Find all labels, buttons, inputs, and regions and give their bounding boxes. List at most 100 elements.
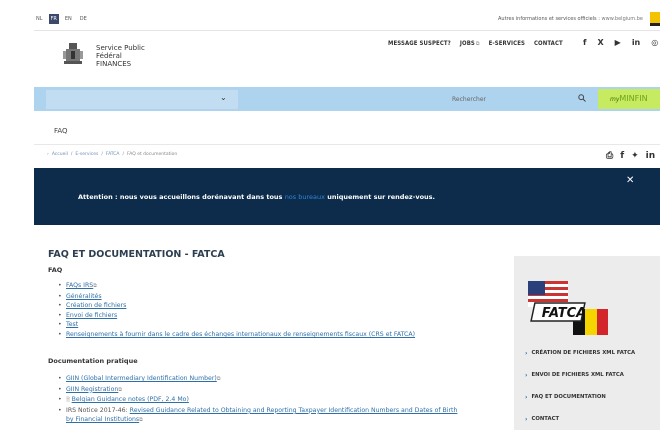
sidebar-item-label: FAQ ET DOCUMENTATION — [531, 394, 606, 400]
breadcrumb-separator: › — [47, 152, 49, 157]
nav-jobs[interactable]: JOBS⧉ — [460, 40, 480, 47]
twitter-share-icon[interactable]: ✦ — [631, 151, 639, 161]
lang-fr[interactable]: FR — [48, 14, 59, 24]
lang-de[interactable]: DE — [78, 14, 89, 24]
belgium-logo-icon[interactable] — [650, 12, 660, 26]
external-link-icon: ⧉ — [216, 376, 221, 382]
breadcrumb-home[interactable]: Accueil — [52, 152, 68, 157]
main-nav: MESSAGE SUSPECT? JOBS⧉ E-SERVICES CONTAC… — [388, 40, 572, 47]
youtube-icon[interactable]: ▶ — [615, 38, 621, 47]
instagram-icon[interactable]: ◎ — [651, 38, 658, 47]
facebook-icon[interactable]: f — [583, 38, 586, 47]
myminfin-button[interactable]: myMINFIN — [598, 89, 660, 109]
belgium-link[interactable]: www.belgium.be — [602, 16, 643, 22]
list-item: GIIN Registration⧉ — [58, 385, 457, 396]
sidebar-links: › CRÉATION DE FICHIERS XML FATCA › ENVOI D… — [525, 350, 635, 438]
brand-line-3: FINANCES — [96, 60, 132, 68]
alert-text-after: uniquement sur rendez-vous. — [324, 193, 435, 201]
breadcrumb-eservices[interactable]: E-services — [75, 152, 98, 157]
divider — [34, 30, 660, 31]
brand-line-2: Fédéral — [96, 52, 122, 60]
nav-eservices[interactable]: E-SERVICES — [489, 40, 525, 47]
sidebar-item-creation-xml[interactable]: › CRÉATION DE FICHIERS XML FATCA — [525, 350, 635, 372]
list-item: GIIN (Global Intermediary Identification… — [58, 374, 457, 385]
sidebar-item-contact[interactable]: › CONTACT — [525, 416, 635, 438]
faq-heading: FAQ — [48, 266, 63, 274]
linkedin-share-icon[interactable]: in — [646, 151, 656, 161]
breadcrumb-current: FAQ et documentation — [127, 152, 178, 157]
search-icon[interactable] — [578, 94, 586, 102]
breadcrumb: › Accueil / E-services / FATCA / FAQ et … — [47, 152, 177, 157]
breadcrumb-separator: / — [101, 152, 103, 157]
external-link-icon: ⧉ — [118, 386, 122, 393]
chevron-right-icon: › — [525, 394, 528, 401]
other-services: Autres informations et services officiel… — [498, 16, 643, 22]
topic-select[interactable] — [46, 90, 238, 109]
print-icon[interactable]: ⎙ — [606, 151, 613, 161]
sidebar-item-label: CONTACT — [531, 416, 560, 422]
brand-name[interactable]: Service Public Fédéral FINANCES — [96, 44, 145, 68]
doc-link-giin-registration[interactable]: GIIN Registration — [66, 386, 118, 393]
list-item: Envoi de fichiers — [58, 311, 415, 321]
sidebar-item-envoi-xml[interactable]: › ENVOI DE FICHIERS XML FATCA — [525, 372, 635, 394]
breadcrumb-separator: / — [122, 152, 125, 157]
list-item: IRS Notice 2017-46: Revised Guidance Rel… — [58, 406, 457, 426]
facebook-share-icon[interactable]: f — [620, 151, 624, 161]
nav-jobs-label: JOBS — [459, 40, 475, 47]
alert-message: Attention : nous vous accueillons doréna… — [78, 193, 435, 201]
external-link-icon: ⧉ — [475, 41, 480, 47]
faq-link-creation[interactable]: Création de fichiers — [66, 302, 126, 309]
faq-link-renseignements[interactable]: Renseignements à fournir dans le cadre d… — [66, 331, 415, 338]
faq-link-irs[interactable]: FAQs IRS — [66, 282, 93, 289]
sidebar-item-faq[interactable]: › FAQ ET DOCUMENTATION — [525, 394, 635, 416]
alert-text-before: Attention : nous vous accueillons doréna… — [78, 193, 285, 201]
doc-list: GIIN (Global Intermediary Identification… — [58, 374, 457, 426]
page-title: FAQ ET DOCUMENTATION - FATCA — [48, 249, 225, 260]
list-item: Renseignements à fournir dans le cadre d… — [58, 330, 415, 340]
doc-link-guidance[interactable]: Belgian Guidance notes (PDF, 2.4 Mo) — [72, 396, 189, 403]
myminfin-my: my — [610, 96, 620, 103]
faq-link-envoi[interactable]: Envoi de fichiers — [66, 312, 117, 319]
faq-list: FAQs IRS⧉ Généralités Création de fichie… — [58, 281, 415, 340]
federal-crest-icon[interactable] — [62, 41, 84, 67]
divider — [34, 144, 660, 145]
share-tools: ⎙ f ✦ in — [606, 151, 655, 161]
doc-link-irs-notice-cont[interactable]: by Financial Institutions — [66, 416, 139, 423]
list-item: Création de fichiers — [58, 301, 415, 311]
list-item: Test — [58, 320, 415, 330]
lang-en[interactable]: EN — [63, 14, 74, 24]
doc-link-irs-notice[interactable]: Revised Guidance Related to Obtaining an… — [130, 407, 458, 414]
linkedin-icon[interactable]: in — [632, 38, 640, 47]
search-input[interactable]: Rechercher — [452, 96, 486, 103]
alert-offices-link[interactable]: nos bureaux — [285, 193, 325, 201]
lang-nl[interactable]: NL — [34, 14, 45, 24]
page-section-title: FAQ — [54, 127, 68, 135]
list-item: 🗎 Belgian Guidance notes (PDF, 2.4 Mo) — [58, 395, 457, 406]
other-services-label: Autres informations et services officiel… — [498, 16, 600, 22]
close-icon[interactable]: ✕ — [626, 175, 634, 186]
doc-heading: Documentation pratique — [48, 357, 138, 365]
faq-link-test[interactable]: Test — [66, 321, 78, 328]
external-link-icon: ⧉ — [139, 417, 143, 424]
chevron-right-icon: › — [525, 416, 528, 423]
chevron-down-icon[interactable]: ⌄ — [220, 93, 227, 102]
nav-message-suspect[interactable]: MESSAGE SUSPECT? — [388, 40, 451, 47]
sidebar-item-label: ENVOI DE FICHIERS XML FATCA — [531, 372, 624, 378]
chevron-right-icon: › — [525, 350, 528, 357]
doc-link-giin[interactable]: GIIN (Global Intermediary Identification… — [66, 375, 217, 382]
list-item: FAQs IRS⧉ — [58, 281, 415, 292]
nav-contact[interactable]: CONTACT — [534, 40, 563, 47]
social-links: f X ▶ in ◎ — [583, 38, 658, 47]
language-switcher: NL FR EN DE — [34, 14, 89, 24]
brand-line-1: Service Public — [96, 44, 145, 52]
external-link-icon: ⧉ — [93, 283, 97, 289]
breadcrumb-fatca[interactable]: FATCA — [106, 152, 120, 157]
irs-notice-prefix: IRS Notice 2017-46: — [66, 406, 130, 414]
list-item: Généralités — [58, 292, 415, 302]
faq-link-generalites[interactable]: Généralités — [66, 293, 102, 300]
x-icon[interactable]: X — [597, 38, 603, 47]
fatca-logo-text: FATCA — [542, 306, 587, 321]
chevron-right-icon: › — [525, 372, 528, 379]
breadcrumb-separator: / — [70, 152, 73, 157]
fatca-logo-icon[interactable]: FATCA — [528, 279, 608, 337]
